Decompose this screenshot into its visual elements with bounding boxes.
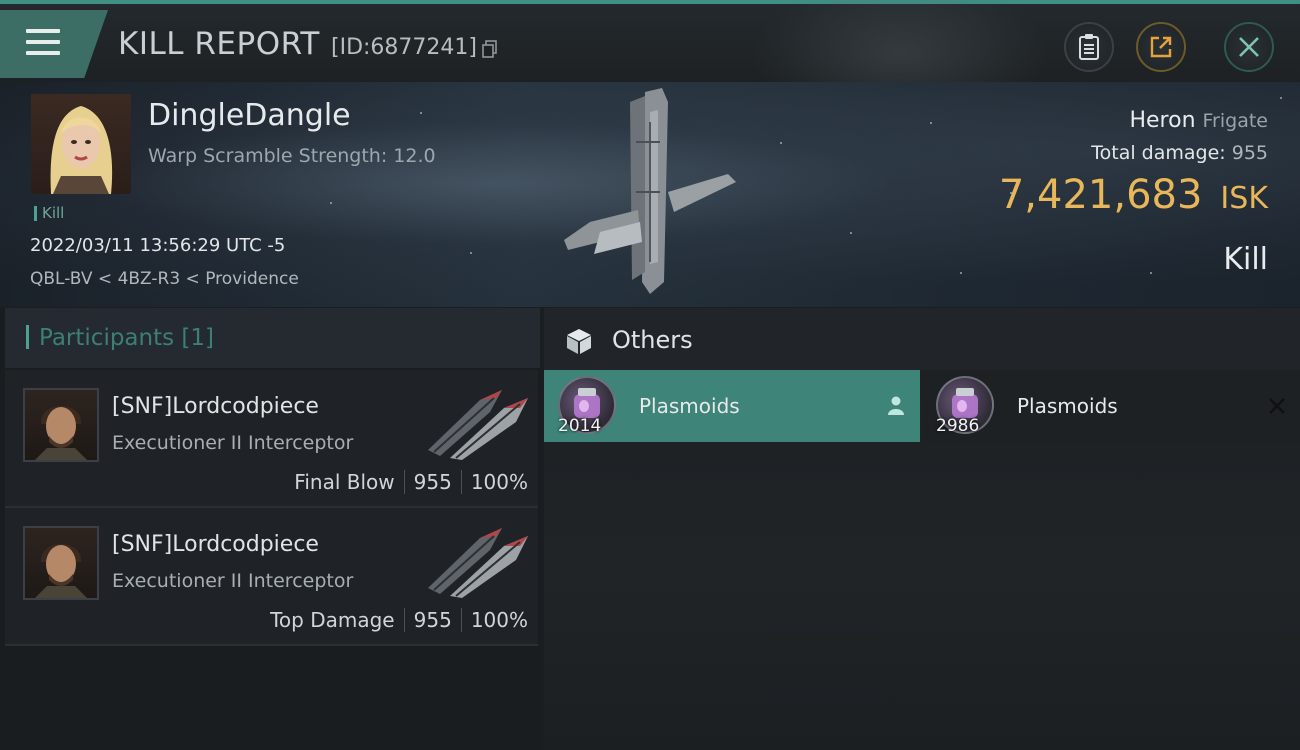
isk-unit: ISK — [1220, 181, 1268, 216]
loot-item-selected[interactable]: 2014 Plasmoids — [544, 370, 920, 442]
share-button[interactable] — [1136, 22, 1186, 72]
victim-banner: DingleDangle Warp Scramble Strength: 12.… — [0, 82, 1300, 307]
participants-header-accent — [26, 325, 29, 349]
participant-ship: Executioner II Interceptor — [112, 570, 354, 592]
participants-panel: Participants [1] [SNF]Lordcodpiece Execu… — [0, 308, 540, 750]
item-name: Plasmoids — [639, 394, 740, 418]
others-header: Others — [544, 308, 1300, 370]
item-name: Plasmoids — [1017, 394, 1118, 418]
total-damage: Total damage: 955 — [1091, 142, 1268, 164]
others-title: Others — [612, 326, 693, 354]
loot-item[interactable]: 2986 Plasmoids — [922, 370, 1300, 442]
pilot-portrait-icon — [50, 106, 113, 194]
participant-percent: 100% — [470, 608, 528, 632]
cube-icon — [567, 329, 591, 354]
report-id: [ID:6877241] — [331, 35, 477, 60]
ship-class-text: Frigate — [1202, 110, 1268, 132]
kill-location[interactable]: QBL-BV < 4BZ-R3 < Providence — [30, 269, 299, 289]
participant-damage: 955 — [413, 608, 452, 632]
item-quantity: 2986 — [936, 416, 980, 436]
stats-divider — [403, 470, 405, 494]
participant-percent: 100% — [470, 470, 528, 494]
participant-damage: 955 — [413, 470, 452, 494]
destroyed-x-icon — [1269, 398, 1285, 414]
total-damage-label: Total damage: — [1091, 142, 1226, 164]
total-damage-value: 955 — [1231, 142, 1268, 164]
ship-name-text: Heron — [1129, 108, 1196, 133]
victim-ship-name[interactable]: Heron Frigate — [1129, 108, 1268, 133]
close-button[interactable] — [1224, 22, 1274, 72]
participant-row[interactable]: [SNF]Lordcodpiece Executioner II Interce… — [5, 508, 538, 646]
participant-avatar[interactable] — [23, 388, 99, 462]
person-icon — [888, 396, 904, 415]
clipboard-button[interactable] — [1064, 22, 1114, 72]
warp-scramble-strength: Warp Scramble Strength: 12.0 — [148, 145, 436, 167]
participant-name[interactable]: [SNF]Lordcodpiece — [112, 394, 319, 419]
victim-portrait[interactable] — [31, 94, 131, 194]
pilot-portrait-icon — [35, 544, 87, 598]
participant-role: Final Blow — [294, 470, 395, 494]
participant-stats: Final Blow 955 100% — [294, 470, 528, 494]
stats-divider — [403, 608, 405, 632]
copy-icon[interactable] — [482, 40, 498, 58]
clipboard-icon — [1079, 34, 1099, 60]
participant-avatar[interactable] — [23, 526, 99, 600]
kill-result: Kill — [1223, 242, 1268, 277]
participant-ship-image[interactable] — [420, 380, 538, 460]
hamburger-icon — [26, 29, 60, 62]
kill-tag: Kill — [34, 206, 64, 221]
participant-ship: Executioner II Interceptor — [112, 432, 354, 454]
participants-header: Participants [1] — [5, 308, 540, 368]
menu-button[interactable] — [0, 10, 108, 78]
participant-ship-image[interactable] — [420, 518, 538, 598]
pilot-portrait-icon — [35, 406, 87, 460]
victim-ship-image[interactable] — [550, 82, 750, 307]
item-quantity: 2014 — [558, 416, 602, 436]
close-icon — [1239, 37, 1259, 57]
isk-amount: 7,421,683 — [998, 172, 1203, 218]
kill-timestamp: 2022/03/11 13:56:29 UTC -5 — [30, 235, 286, 256]
header-bar: KILL REPORT [ID:6877241] — [0, 0, 1300, 134]
participant-row[interactable]: [SNF]Lordcodpiece Executioner II Interce… — [5, 370, 538, 508]
participant-name[interactable]: [SNF]Lordcodpiece — [112, 532, 319, 557]
stats-divider — [460, 608, 462, 632]
victim-name[interactable]: DingleDangle — [148, 98, 351, 133]
share-icon — [1150, 36, 1172, 58]
participants-title: Participants [1] — [39, 325, 214, 351]
isk-value: 7,421,683 ISK — [999, 172, 1268, 218]
participant-stats: Top Damage 955 100% — [270, 608, 528, 632]
others-panel: Others 2014 Plasmoids 2986 Plasmoids — [544, 308, 1300, 750]
stats-divider — [460, 470, 462, 494]
participant-role: Top Damage — [270, 608, 395, 632]
page-title: KILL REPORT — [118, 26, 320, 62]
